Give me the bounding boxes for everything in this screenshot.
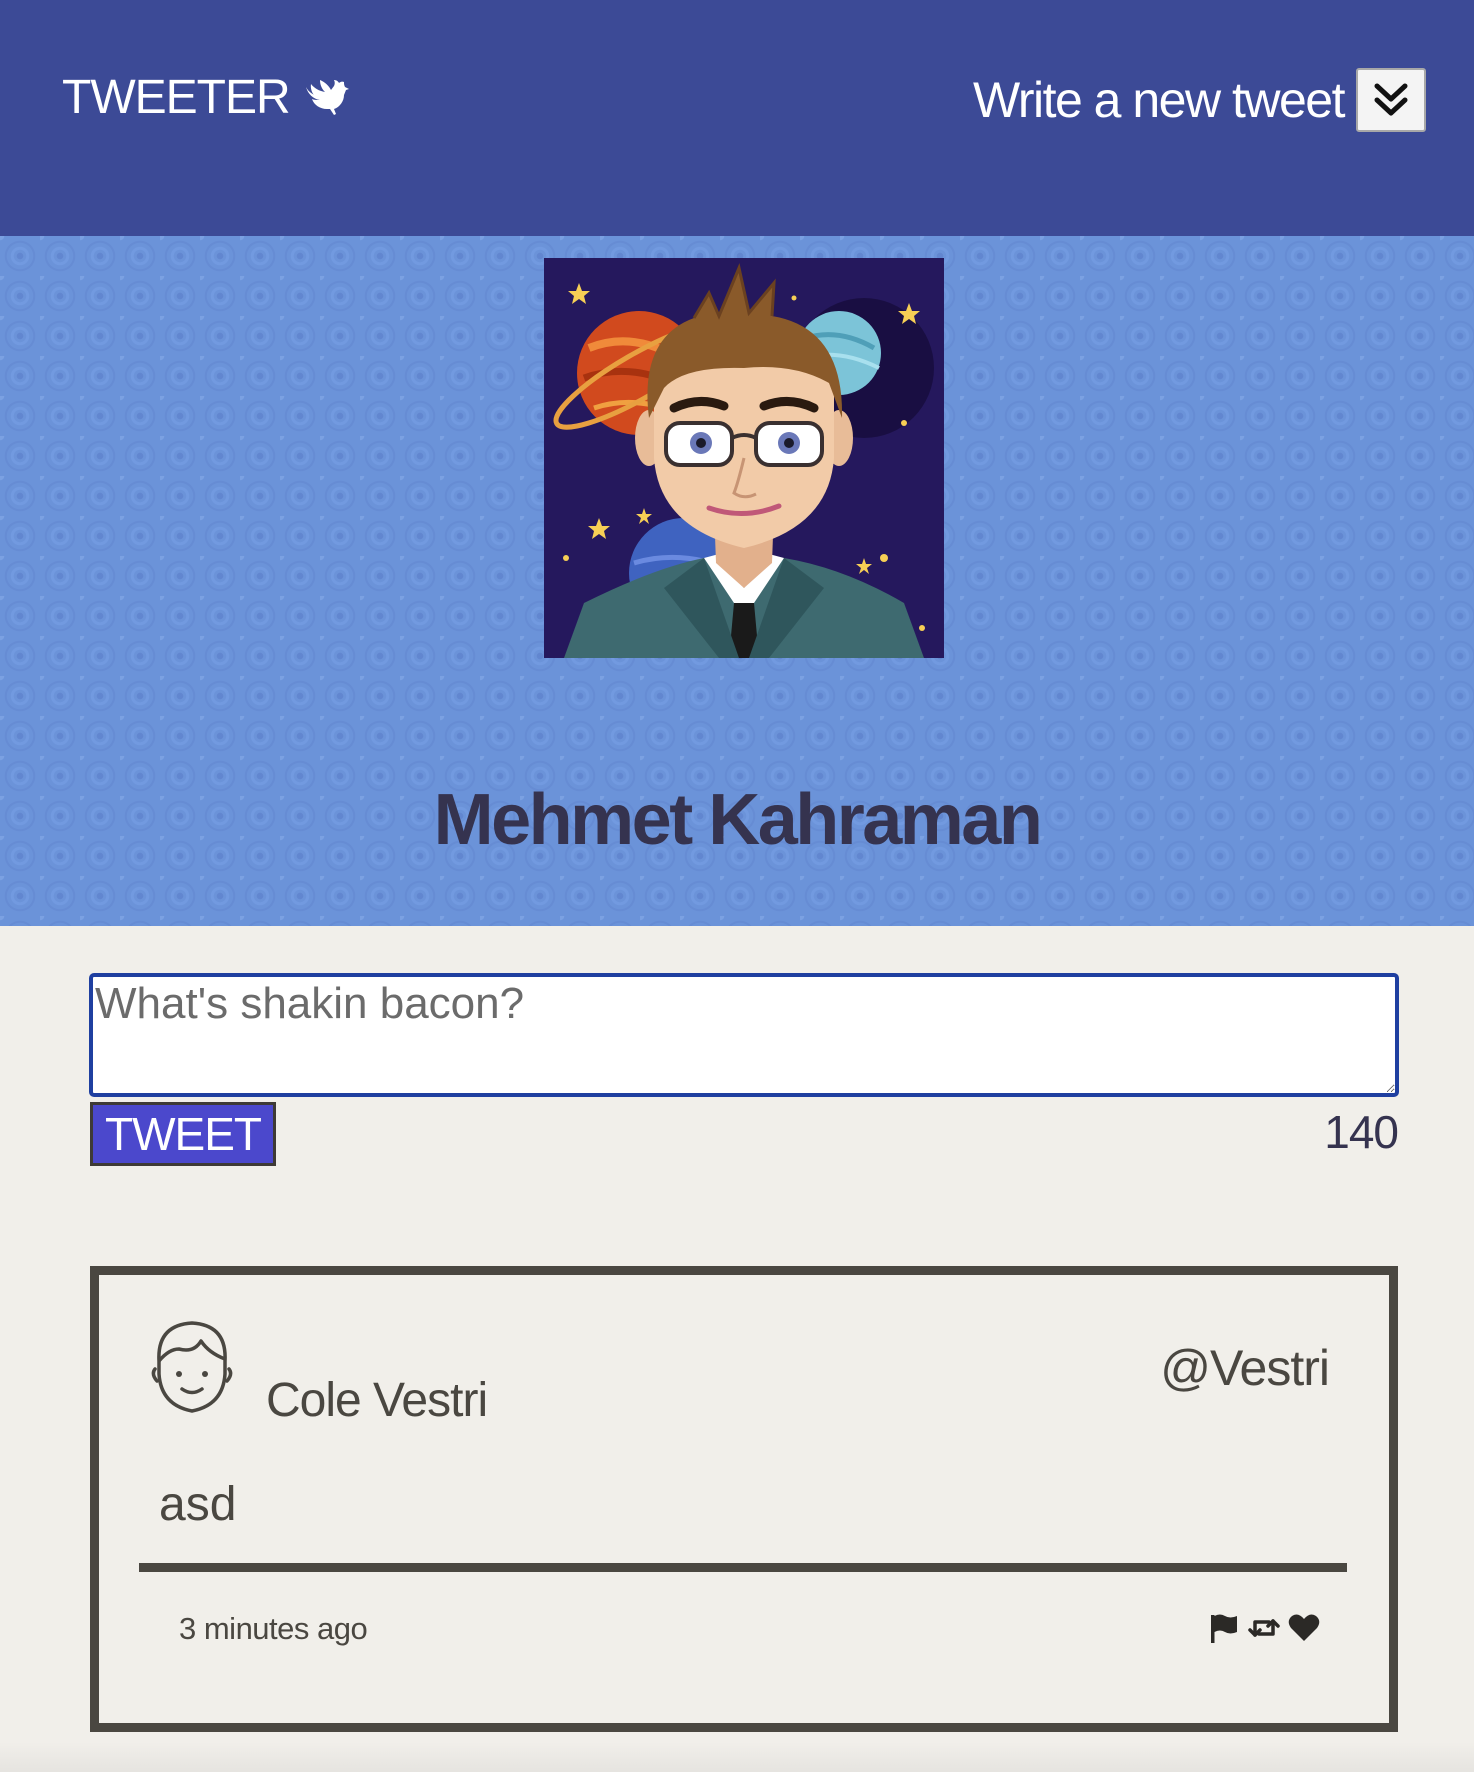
tweet-card: Cole Vestri @Vestri asd 3 minutes ago [90, 1266, 1398, 1732]
tweet-divider [139, 1563, 1347, 1572]
retweet-icon[interactable] [1247, 1611, 1281, 1645]
tweet-timestamp: 3 minutes ago [179, 1611, 368, 1646]
tweet-submit-button[interactable]: TWEET [90, 1102, 276, 1166]
user-avatar-illustration [544, 258, 944, 658]
flag-icon[interactable] [1207, 1611, 1241, 1645]
tweet-content: asd [159, 1478, 237, 1531]
face-outline-icon [151, 1321, 233, 1413]
write-new-tweet-label[interactable]: Write a new tweet [973, 68, 1345, 132]
tweet-text-input[interactable] [90, 974, 1398, 1096]
profile-name: Mehmet Kahraman [433, 780, 1043, 860]
page-bottom-shadow [0, 1742, 1474, 1772]
write-new-tweet-toggle[interactable]: Write a new tweet [973, 68, 1426, 132]
character-counter: 140 [1324, 1106, 1399, 1158]
heart-icon[interactable] [1287, 1611, 1321, 1645]
tweet-author-handle: @Vestri [1160, 1340, 1330, 1396]
double-chevron-down-icon [1374, 83, 1408, 116]
brand-name: TWEETER [62, 71, 291, 124]
tweet-actions [1207, 1611, 1321, 1645]
top-navigation: TWEETER Write a new tweet [0, 0, 1474, 236]
compose-footer: TWEET 140 [90, 1102, 1399, 1172]
brand-logo[interactable]: TWEETER [62, 70, 350, 126]
profile-header: Mehmet Kahraman [0, 236, 1474, 926]
toggle-compose-button[interactable] [1356, 68, 1426, 132]
tweet-author-name: Cole Vestri [266, 1374, 488, 1427]
dove-icon [300, 73, 350, 123]
new-tweet-form: TWEET 140 [90, 974, 1399, 1172]
